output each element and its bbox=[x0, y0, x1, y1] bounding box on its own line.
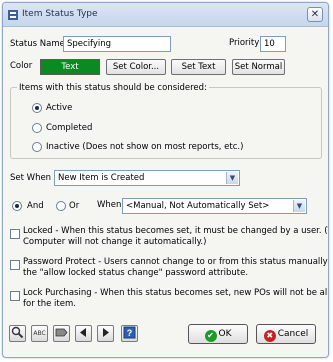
checkmark-icon: ✔ bbox=[204, 330, 217, 342]
password-protect-checkbox[interactable] bbox=[10, 260, 20, 270]
tag-glyph bbox=[55, 328, 68, 337]
tag-icon[interactable] bbox=[53, 325, 70, 342]
radio-completed-label: Completed bbox=[46, 123, 93, 133]
color-swatch: Text bbox=[40, 59, 100, 75]
next-glyph bbox=[103, 328, 109, 337]
color-label: Color bbox=[10, 61, 33, 71]
locked-checkbox[interactable] bbox=[10, 229, 20, 239]
prev-glyph bbox=[80, 328, 86, 337]
magnifier-glyph bbox=[11, 326, 24, 339]
ok-label: OK bbox=[218, 329, 232, 339]
abc-spellcheck-icon[interactable]: ABC bbox=[31, 325, 48, 342]
set-normal-button[interactable]: Set Normal bbox=[232, 59, 285, 75]
cancel-label: Cancel bbox=[277, 329, 309, 339]
help-glyph: ? bbox=[123, 326, 136, 339]
when-select[interactable]: <Manual, Not Automatically Set> ▼ bbox=[122, 198, 307, 214]
cancel-button[interactable]: ✖ Cancel bbox=[256, 324, 316, 344]
prev-arrow-icon[interactable] bbox=[75, 325, 92, 342]
chevron-down-icon: ▼ bbox=[293, 200, 305, 212]
set-when-value: New Item is Created bbox=[58, 173, 145, 183]
bottom-toolbar: ABC ? ✔ OK ✖ Cancel bbox=[3, 321, 328, 357]
ok-button[interactable]: ✔ OK bbox=[188, 324, 248, 344]
app-icon bbox=[8, 10, 18, 20]
help-icon[interactable]: ? bbox=[121, 325, 138, 342]
window-title: Item Status Type bbox=[22, 9, 98, 19]
set-when-label: Set When bbox=[10, 173, 52, 183]
radio-inactive[interactable] bbox=[32, 142, 42, 152]
password-protect-description: Password Protect - Users cannot change t… bbox=[23, 257, 329, 278]
when-label: When bbox=[97, 200, 122, 210]
radio-and[interactable] bbox=[12, 201, 22, 211]
set-color-button[interactable]: Set Color... bbox=[106, 59, 166, 75]
consider-group-legend: Items with this status should be conside… bbox=[17, 83, 209, 93]
radio-and-label: And bbox=[27, 201, 44, 211]
set-when-select[interactable]: New Item is Created ▼ bbox=[54, 170, 240, 186]
next-arrow-icon[interactable] bbox=[97, 325, 114, 342]
magnifier-icon[interactable] bbox=[9, 325, 26, 342]
radio-or-label: Or bbox=[69, 201, 80, 211]
title-bar[interactable]: Item Status Type ✕ bbox=[3, 3, 328, 27]
radio-or[interactable] bbox=[56, 201, 66, 211]
lock-purchasing-checkbox[interactable] bbox=[10, 291, 20, 301]
close-button[interactable]: ✕ bbox=[307, 7, 323, 22]
status-name-label: Status Name bbox=[10, 39, 65, 49]
status-name-input[interactable]: Specifying bbox=[63, 36, 171, 52]
radio-active[interactable] bbox=[32, 103, 42, 113]
dialog-window: Item Status Type ✕ Status Name Specifyin… bbox=[2, 2, 329, 358]
when-value: <Manual, Not Automatically Set> bbox=[126, 201, 270, 211]
lock-purchasing-description: Lock Purchasing - When this status becom… bbox=[23, 288, 329, 309]
radio-active-label: Active bbox=[46, 103, 73, 113]
priority-label: Priority bbox=[229, 38, 260, 48]
radio-completed[interactable] bbox=[32, 123, 42, 133]
priority-input[interactable]: 10 bbox=[260, 36, 286, 52]
set-text-button[interactable]: Set Text bbox=[171, 59, 226, 75]
cancel-x-icon: ✖ bbox=[263, 330, 276, 342]
chevron-down-icon: ▼ bbox=[226, 172, 238, 184]
locked-description: Locked - When this status becomes set, i… bbox=[23, 226, 329, 247]
svg-text:?: ? bbox=[127, 328, 133, 338]
radio-inactive-label: Inactive (Does not show on most reports,… bbox=[46, 142, 244, 152]
